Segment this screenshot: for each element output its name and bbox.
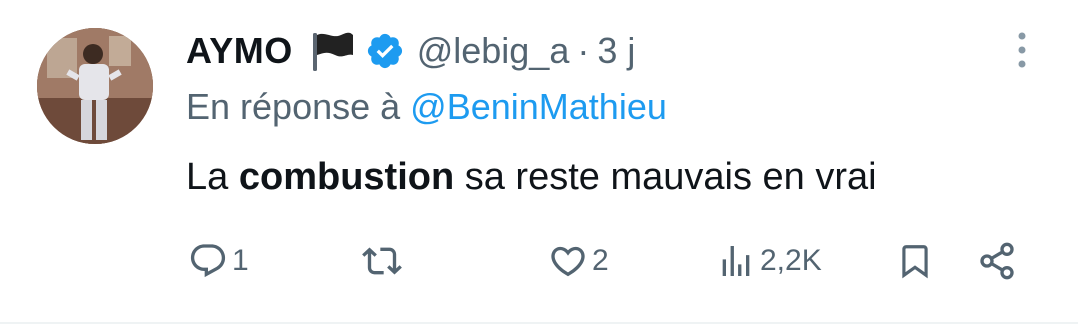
tweet-header: AYMO @lebig_a · 3 j: [186, 26, 635, 76]
views-chart-icon: [722, 246, 750, 276]
tweet-text-before: La: [186, 156, 229, 198]
reply-mention-link[interactable]: @BeninMathieu: [410, 86, 667, 127]
action-bar: 1 2 2,2K: [0, 236, 1078, 286]
views-count: 2,2K: [760, 244, 822, 277]
avatar[interactable]: [37, 28, 153, 144]
verified-badge-icon[interactable]: [365, 31, 405, 71]
reply-icon: [190, 244, 226, 278]
reply-context: En réponse à @BeninMathieu: [186, 86, 667, 128]
separator-dot: ·: [577, 30, 590, 71]
like-count: 2: [592, 244, 609, 277]
more-options-icon[interactable]: [1012, 30, 1032, 70]
reply-button[interactable]: 1: [188, 236, 249, 286]
user-handle[interactable]: @lebig_a: [417, 30, 570, 72]
tweet-text: La combustion sa reste mauvais en vrai: [186, 156, 877, 199]
timestamp[interactable]: 3 j: [597, 30, 635, 72]
retweet-button[interactable]: [360, 236, 408, 286]
reply-count: 1: [232, 244, 249, 277]
black-flag-icon: [307, 29, 357, 73]
tweet[interactable]: AYMO @lebig_a · 3 j En réponse à @BeninM…: [0, 0, 1078, 324]
tweet-text-bold: combustion: [238, 156, 455, 198]
share-icon: [980, 242, 1014, 280]
bookmark-icon: [902, 245, 928, 279]
bookmark-button[interactable]: [896, 236, 934, 286]
heart-icon: [551, 246, 585, 277]
tweet-text-after: sa reste mauvais en vrai: [464, 156, 877, 198]
views-button[interactable]: 2,2K: [716, 236, 822, 286]
share-button[interactable]: [974, 236, 1020, 286]
display-name[interactable]: AYMO: [186, 30, 293, 72]
like-button[interactable]: 2: [548, 236, 609, 286]
reply-prefix: En réponse à: [186, 86, 401, 127]
retweet-icon: [362, 247, 402, 275]
